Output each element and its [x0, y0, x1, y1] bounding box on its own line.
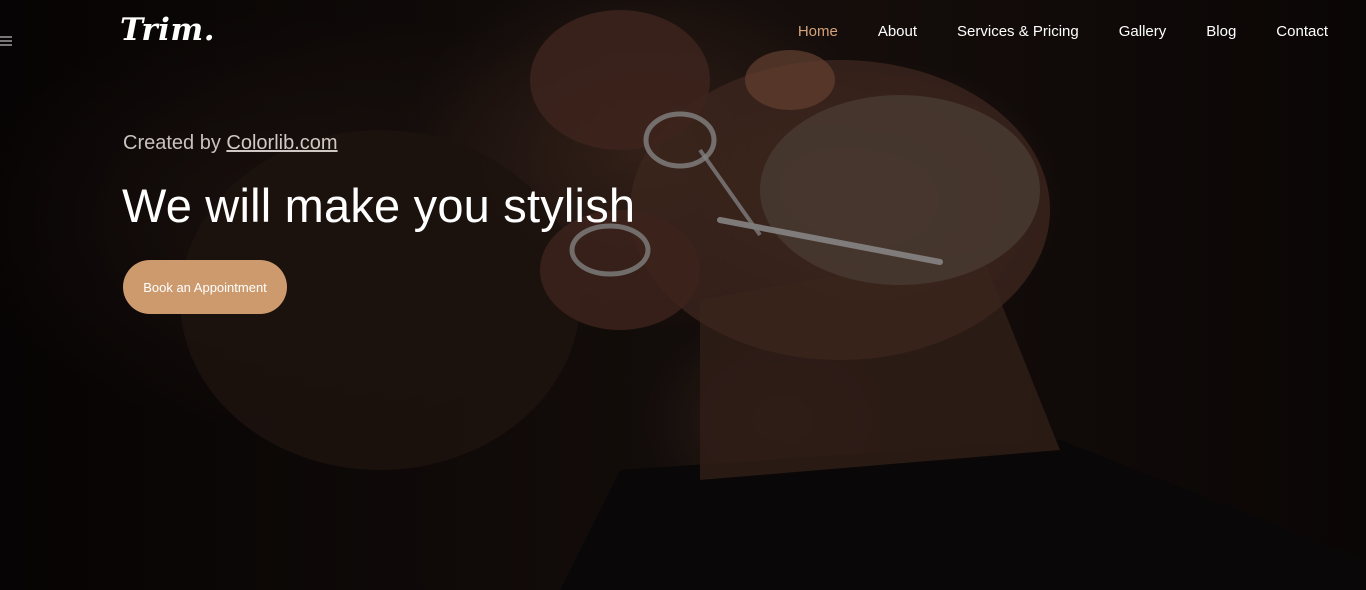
- hamburger-icon[interactable]: [0, 36, 12, 46]
- nav-item-home[interactable]: Home: [778, 23, 858, 41]
- main-nav: Home About Services & Pricing Gallery Bl…: [778, 23, 1328, 41]
- nav-item-contact[interactable]: Contact: [1256, 23, 1328, 41]
- nav-item-services-pricing[interactable]: Services & Pricing: [937, 23, 1099, 41]
- nav-item-about[interactable]: About: [858, 23, 937, 41]
- nav-item-gallery[interactable]: Gallery: [1099, 23, 1187, 41]
- book-appointment-button[interactable]: Book an Appointment: [123, 260, 287, 314]
- hero-headline: We will make you stylish: [122, 179, 636, 232]
- site-logo[interactable]: Trim.: [120, 12, 215, 48]
- nav-item-blog[interactable]: Blog: [1186, 23, 1256, 41]
- colorlib-link[interactable]: Colorlib.com: [226, 132, 337, 154]
- hero-section: Trim. Home About Services & Pricing Gall…: [0, 0, 1366, 590]
- created-by-prefix: Created by: [123, 132, 221, 154]
- created-by-line: Created by Colorlib.com: [123, 132, 338, 155]
